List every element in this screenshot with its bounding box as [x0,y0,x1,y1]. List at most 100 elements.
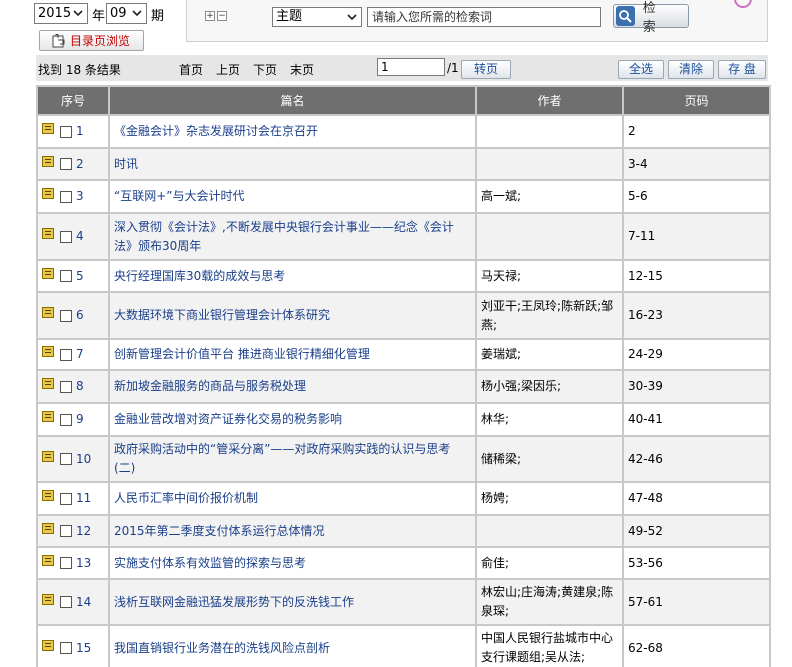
issue-select[interactable]: 09 [106,3,147,24]
article-title-link[interactable]: 创新管理会计价值平台 推进商业银行精细化管理 [114,347,370,361]
article-title-link[interactable]: 我国直销银行业务潜在的洗钱风险点剖析 [114,641,330,655]
table-row: 1 《金融会计》杂志发展研讨会在京召开 2 [36,114,771,149]
title-cell: 政府采购活动中的“管采分离”——对政府采购实践的认识与思考(二) [108,435,477,483]
row-number: 4 [76,229,84,243]
article-title-link[interactable]: 人民币汇率中间价报价机制 [114,491,258,505]
prev-page-link[interactable]: 上页 [216,61,240,78]
article-title-link[interactable]: 新加坡金融服务的商品与服务税处理 [114,379,306,393]
next-page-link[interactable]: 下页 [253,61,277,78]
search-input[interactable]: 请输入您所需的检索词 [367,7,601,27]
row-checkbox[interactable] [60,557,72,569]
row-checkbox[interactable] [60,158,72,170]
file-icon[interactable] [42,593,54,605]
row-number: 14 [76,594,92,609]
file-icon[interactable] [42,450,54,462]
table-row: 13 实施支付体系有效监管的探索与思考 俞佳; 53-56 [36,546,771,580]
author-cell [475,114,624,149]
article-title-link[interactable]: 深入贯彻《会计法》,不断发展中央银行会计事业——纪念《会计法》颁布30周年 [114,220,454,253]
article-title-link[interactable]: 2015年第二季度支付体系运行总体情况 [114,524,325,538]
save-button[interactable]: 存 盘 [718,60,766,79]
author-cell [475,147,624,181]
pages-cell: 62-68 [622,624,771,667]
clear-button[interactable]: 清除 [668,60,714,79]
article-title-link[interactable]: “互联网+”与大会计时代 [114,189,245,203]
file-icon[interactable] [42,378,54,389]
plus-icon[interactable]: + [205,11,215,21]
pages-cell: 16-23 [622,291,771,340]
author-cell: 林宏山;庄海涛;黄建泉;陈泉琛; [475,578,624,626]
file-icon[interactable] [42,411,54,422]
page-number-input[interactable]: 1 [377,58,445,76]
file-icon[interactable] [42,267,54,279]
header-pages: 页码 [622,85,771,116]
row-number: 5 [76,268,84,283]
first-page-link[interactable]: 首页 [179,61,203,78]
pages-cell: 57-61 [622,578,771,626]
toc-browse-label: 目录页浏览 [70,34,131,48]
row-checkbox[interactable] [60,525,72,537]
article-title-link[interactable]: 《金融会计》杂志发展研讨会在京召开 [114,124,318,138]
header-author: 作者 [475,85,624,116]
row-number: 15 [76,640,92,655]
file-icon[interactable] [42,490,54,501]
select-all-button[interactable]: 全选 [618,60,664,79]
author-cell: 杨小强;梁因乐; [475,369,624,404]
title-cell: 大数据环境下商业银行管理会计体系研究 [108,291,477,340]
row-checkbox[interactable] [60,309,72,322]
author-cell [475,212,624,261]
row-index-cell: 11 [36,481,110,516]
header-title: 篇名 [108,85,477,116]
row-checkbox[interactable] [60,380,72,393]
toc-browse-button[interactable]: 目录页浏览 [39,30,144,51]
row-checkbox[interactable] [60,642,72,654]
minus-icon[interactable]: − [217,11,227,21]
issue-value: 09 [110,6,127,21]
search-button[interactable]: 检 索 [613,1,689,35]
row-checkbox[interactable] [60,492,72,505]
author-cell: 储稀梁; [475,435,624,483]
article-title-link[interactable]: 浅析互联网金融迅猛发展形势下的反洗钱工作 [114,595,354,609]
row-checkbox[interactable] [60,270,72,282]
file-icon[interactable] [42,228,54,239]
year-value: 2015 [38,6,72,21]
table-row: 8 新加坡金融服务的商品与服务税处理 杨小强;梁因乐; 30-39 [36,369,771,404]
file-icon[interactable] [42,522,54,534]
file-icon[interactable] [42,188,54,199]
row-index-cell: 7 [36,338,110,371]
article-title-link[interactable]: 央行经理国库30载的成效与思考 [114,269,285,283]
file-icon[interactable] [42,307,54,318]
article-title-link[interactable]: 时讯 [114,157,138,171]
row-checkbox[interactable] [60,453,72,465]
search-field-select[interactable]: 主题 [272,7,362,27]
row-checkbox[interactable] [60,596,72,608]
title-cell: 我国直销银行业务潜在的洗钱风险点剖析 [108,624,477,667]
file-icon[interactable] [42,123,54,134]
page-total: /1 [447,61,459,75]
row-index-cell: 12 [36,514,110,548]
row-checkbox[interactable] [60,190,72,203]
chevron-down-icon [132,10,142,17]
file-icon[interactable] [42,639,54,651]
row-index-cell: 1 [36,114,110,149]
header-no: 序号 [36,85,110,116]
article-title-link[interactable]: 实施支付体系有效监管的探索与思考 [114,556,306,570]
file-icon[interactable] [42,346,54,357]
results-table: 序号 篇名 作者 页码 1 《金融会计》杂志发展研讨会在京召开 2 2 时讯 3… [36,85,771,667]
row-index-cell: 6 [36,291,110,340]
file-icon[interactable] [42,155,54,167]
article-title-link[interactable]: 金融业营改增对资产证券化交易的税务影响 [114,412,342,426]
row-checkbox[interactable] [60,413,72,426]
title-cell: 新加坡金融服务的商品与服务税处理 [108,369,477,404]
row-checkbox[interactable] [60,348,72,361]
title-cell: “互联网+”与大会计时代 [108,179,477,214]
article-title-link[interactable]: 大数据环境下商业银行管理会计体系研究 [114,308,330,322]
row-checkbox[interactable] [60,125,72,138]
row-checkbox[interactable] [60,230,72,243]
year-select[interactable]: 2015 [34,3,88,24]
row-index-cell: 5 [36,259,110,293]
pages-cell: 40-41 [622,402,771,437]
file-icon[interactable] [42,554,54,566]
article-title-link[interactable]: 政府采购活动中的“管采分离”——对政府采购实践的认识与思考(二) [114,442,450,475]
goto-page-button[interactable]: 转页 [461,60,511,79]
last-page-link[interactable]: 末页 [290,61,314,78]
